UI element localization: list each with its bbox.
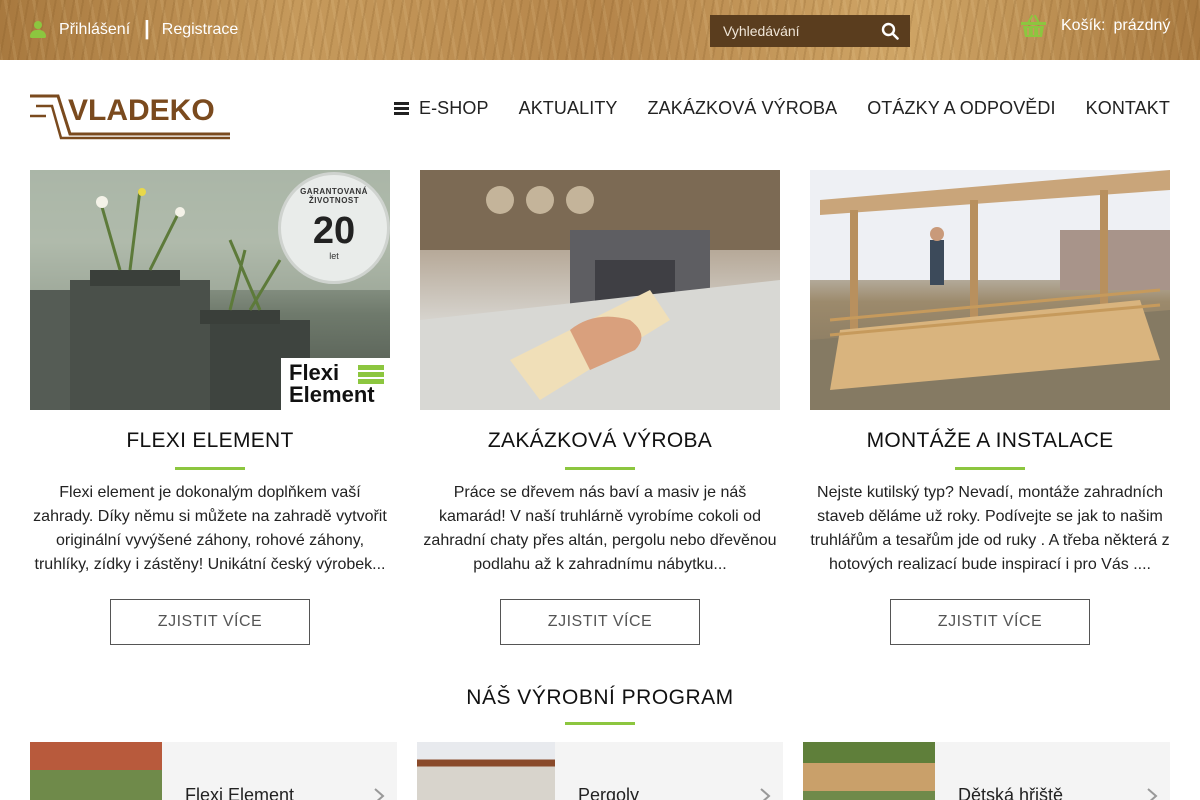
flexi-element-image[interactable]: GARANTOVANÁ ŽIVOTNOST 20 let Flexi Eleme…: [30, 170, 390, 410]
card-description: Práce se dřevem nás baví a masiv je náš …: [423, 484, 777, 573]
top-bar: Přihlášení | Registrace Košík: prázdný: [0, 0, 1200, 60]
card-title: MONTÁŽE A INSTALACE: [866, 429, 1114, 452]
program-item-label: Pergoly: [578, 785, 640, 800]
nav-eshop[interactable]: E-SHOP: [393, 98, 489, 119]
program-item-flexi-element[interactable]: Flexi Element: [30, 742, 397, 800]
section-title-underline: [565, 722, 635, 725]
search-box: [710, 15, 910, 47]
card-zakazkova-vyroba: ZAKÁZKOVÁ VÝROBA Práce se dřevem nás bav…: [420, 170, 780, 645]
card-montaze-instalace: MONTÁŽE A INSTALACE Nejste kutilský typ?…: [810, 170, 1170, 645]
program-item-pergoly[interactable]: Pergoly: [417, 742, 783, 800]
card-description: Nejste kutilský typ? Nevadí, montáže zah…: [810, 484, 1170, 573]
warranty-badge: GARANTOVANÁ ŽIVOTNOST 20 let: [278, 172, 390, 284]
program-item-detska-hriste[interactable]: Dětská hřiště: [803, 742, 1170, 800]
logo-mark: VLADEKO: [30, 94, 230, 140]
link-separator: |: [144, 18, 150, 40]
nav-aktuality[interactable]: AKTUALITY: [519, 98, 618, 119]
card-description: Flexi element je dokonalým doplňkem vaší…: [33, 484, 387, 573]
brand-brick-icon: [358, 364, 384, 384]
register-link[interactable]: Registrace: [162, 21, 238, 39]
warranty-badge-number: 20: [312, 210, 356, 252]
section-title: NÁŠ VÝROBNÍ PROGRAM: [466, 686, 734, 709]
cart-summary[interactable]: Košík: prázdný: [1020, 14, 1170, 38]
program-item-label: Dětská hřiště: [958, 785, 1064, 800]
nav-otazky[interactable]: OTÁZKY A ODPOVĚDI: [867, 98, 1055, 119]
card-flexi-element: GARANTOVANÁ ŽIVOTNOST 20 let Flexi Eleme…: [30, 170, 390, 645]
search-icon: [881, 22, 899, 40]
cart-label: Košík:: [1061, 17, 1106, 34]
card-title: ZAKÁZKOVÁ VÝROBA: [487, 429, 713, 452]
cart-state: prázdný: [1113, 17, 1171, 34]
main-nav: E-SHOP AKTUALITY ZAKÁZKOVÁ VÝROBA OTÁZKY…: [364, 98, 1170, 119]
montaze-instalace-image[interactable]: [810, 170, 1170, 410]
card-title: FLEXI ELEMENT: [126, 429, 294, 452]
learn-more-button[interactable]: ZJISTIT VÍCE: [500, 599, 700, 645]
learn-more-button[interactable]: ZJISTIT VÍCE: [110, 599, 310, 645]
search-button[interactable]: [870, 15, 910, 47]
woodworking-illustration: [420, 170, 780, 410]
program-thumb: [30, 742, 162, 800]
learn-more-button[interactable]: ZJISTIT VÍCE: [890, 599, 1090, 645]
logo-text: VLADEKO: [68, 94, 215, 127]
program-thumb: [417, 742, 555, 800]
nav-zakazkova-vyroba[interactable]: ZAKÁZKOVÁ VÝROBA: [648, 98, 838, 119]
title-underline: [955, 467, 1025, 470]
brand-line-2: Element: [289, 382, 375, 407]
title-underline: [565, 467, 635, 470]
warranty-badge-top: GARANTOVANÁ ŽIVOTNOST: [300, 187, 368, 205]
nav-eshop-label: E-SHOP: [418, 98, 489, 118]
site-logo[interactable]: VLADEKO: [30, 90, 232, 140]
nav-kontakt[interactable]: KONTAKT: [1086, 98, 1170, 119]
search-input[interactable]: [710, 15, 870, 47]
warranty-badge-unit: let: [329, 251, 339, 261]
program-item-label: Flexi Element: [185, 785, 295, 800]
program-thumb: [803, 742, 935, 800]
login-link[interactable]: Přihlášení: [59, 21, 130, 39]
gazebo-illustration: [810, 170, 1170, 410]
chevron-right-icon: [1147, 788, 1158, 800]
chevron-right-icon: [374, 788, 385, 800]
user-icon: [30, 20, 46, 39]
title-underline: [175, 467, 245, 470]
flexi-element-brand: Flexi Element: [281, 358, 390, 410]
zakazkova-vyroba-image[interactable]: [420, 170, 780, 410]
basket-icon: [1021, 15, 1046, 37]
menu-icon: [393, 102, 409, 115]
account-links: Přihlášení | Registrace: [30, 18, 238, 41]
chevron-right-icon: [760, 788, 771, 800]
